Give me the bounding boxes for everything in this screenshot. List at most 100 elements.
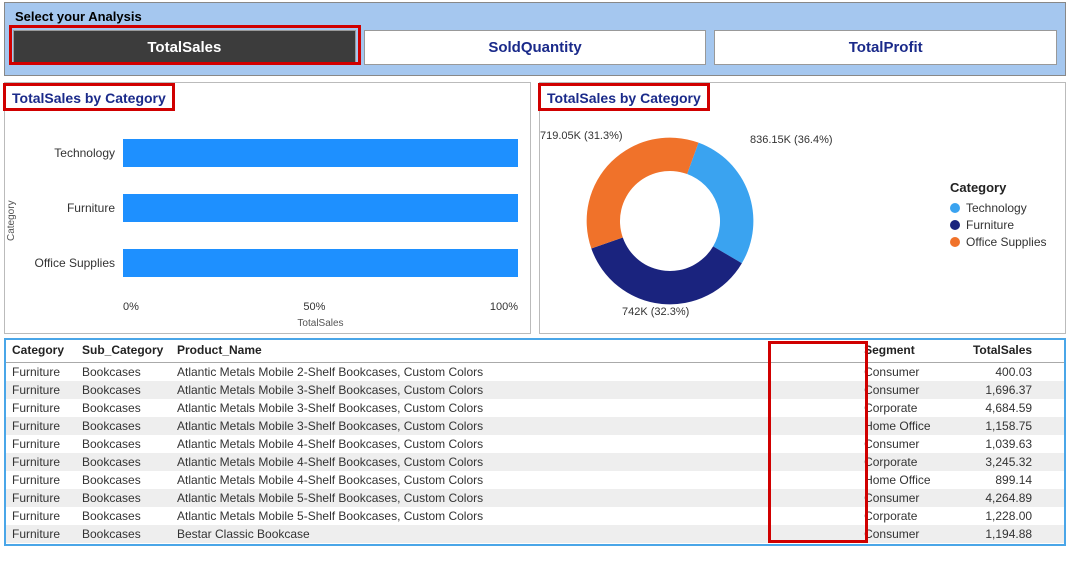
- table-cell: Atlantic Metals Mobile 4-Shelf Bookcases…: [171, 453, 858, 471]
- col-header-subcategory[interactable]: Sub_Category: [76, 340, 171, 363]
- bar-y-axis-label: Category: [5, 111, 18, 301]
- table-cell: Bookcases: [76, 489, 171, 507]
- table-cell: Bestar Classic Bookcase: [171, 525, 858, 543]
- table-cell: 1,158.75: [948, 417, 1038, 435]
- table-cell: Furniture: [6, 417, 76, 435]
- table-cell: Furniture: [6, 471, 76, 489]
- table-cell: 3,245.32: [948, 453, 1038, 471]
- table-cell: 1,194.88: [948, 525, 1038, 543]
- legend-item-furniture[interactable]: Furniture: [950, 218, 1047, 232]
- slicer-option-totalprofit[interactable]: TotalProfit: [714, 30, 1057, 65]
- data-table[interactable]: Category Sub_Category Product_Name Segme…: [4, 338, 1066, 546]
- table-cell: 1,228.00: [948, 507, 1038, 525]
- donut-label-office-supplies: 719.05K (31.3%): [540, 130, 623, 142]
- table-cell: Bestar Classic Bookcase: [171, 543, 858, 546]
- donut-svg-wrap: 836.15K (36.4%) 742K (32.3%) 719.05K (31…: [550, 116, 830, 316]
- table-cell: Furniture: [6, 399, 76, 417]
- bar-technology[interactable]: [123, 139, 518, 167]
- col-header-segment[interactable]: Segment: [858, 340, 948, 363]
- bar-x-axis: 0% 50% 100%: [123, 301, 518, 313]
- table-cell: Atlantic Metals Mobile 3-Shelf Bookcases…: [171, 417, 858, 435]
- table-cell: Furniture: [6, 381, 76, 399]
- legend-item-office-supplies[interactable]: Office Supplies: [950, 235, 1047, 249]
- legend-label: Technology: [966, 201, 1027, 215]
- bar-xtick-0: 0%: [123, 301, 139, 313]
- table-cell: Atlantic Metals Mobile 5-Shelf Bookcases…: [171, 507, 858, 525]
- donut-slice-technology[interactable]: [687, 143, 753, 264]
- table-cell: Furniture: [6, 543, 76, 546]
- bar-plot-area: 0% 50% 100% TotalSales: [123, 111, 518, 301]
- table-cell: Atlantic Metals Mobile 5-Shelf Bookcases…: [171, 489, 858, 507]
- table-row[interactable]: FurnitureBookcasesAtlantic Metals Mobile…: [6, 435, 1064, 453]
- bar-cat-technology: Technology: [18, 146, 115, 160]
- donut-slice-office-supplies[interactable]: [587, 138, 699, 249]
- table-row[interactable]: FurnitureBookcasesAtlantic Metals Mobile…: [6, 381, 1064, 399]
- legend-title: Category: [950, 180, 1047, 195]
- table-cell: Consumer: [858, 525, 948, 543]
- table-cell: Corporate: [858, 507, 948, 525]
- bar-x-axis-label: TotalSales: [123, 318, 518, 329]
- bar-chart-title: TotalSales by Category: [3, 83, 175, 111]
- table-cell: Bookcases: [76, 417, 171, 435]
- bar-cat-office-supplies: Office Supplies: [18, 256, 115, 270]
- table-cell: Corporate: [858, 399, 948, 417]
- table-row[interactable]: FurnitureBookcasesAtlantic Metals Mobile…: [6, 507, 1064, 525]
- bar-furniture[interactable]: [123, 194, 518, 222]
- legend-item-technology[interactable]: Technology: [950, 201, 1047, 215]
- table-cell: Corporate: [858, 543, 948, 546]
- table-row[interactable]: FurnitureBookcasesAtlantic Metals Mobile…: [6, 417, 1064, 435]
- slicer-option-soldquantity[interactable]: SoldQuantity: [364, 30, 707, 65]
- table-cell: 1,039.63: [948, 435, 1038, 453]
- table-cell: Consumer: [858, 435, 948, 453]
- table-row[interactable]: FurnitureBookcasesBestar Classic Bookcas…: [6, 543, 1064, 546]
- table-cell: Bookcases: [76, 453, 171, 471]
- bar-chart-card: TotalSales by Category Category Technolo…: [4, 82, 531, 334]
- col-header-product-name[interactable]: Product_Name: [171, 340, 858, 363]
- donut-chart-title: TotalSales by Category: [538, 83, 710, 111]
- bar-office-supplies[interactable]: [123, 249, 518, 277]
- legend-dot-icon: [950, 203, 960, 213]
- col-header-category[interactable]: Category: [6, 340, 76, 363]
- col-header-totalsales[interactable]: TotalSales: [948, 340, 1038, 363]
- table-cell: Furniture: [6, 507, 76, 525]
- table-cell: Atlantic Metals Mobile 4-Shelf Bookcases…: [171, 471, 858, 489]
- table-cell: 4,264.89: [948, 489, 1038, 507]
- table-cell: 4,684.59: [948, 399, 1038, 417]
- table-cell: Atlantic Metals Mobile 3-Shelf Bookcases…: [171, 399, 858, 417]
- table-cell: Bookcases: [76, 525, 171, 543]
- table-cell: 1,696.37: [948, 381, 1038, 399]
- legend-label: Office Supplies: [966, 235, 1047, 249]
- bar-category-labels: Technology Furniture Office Supplies: [18, 111, 123, 301]
- table-row[interactable]: FurnitureBookcasesAtlantic Metals Mobile…: [6, 471, 1064, 489]
- table-cell: Furniture: [6, 525, 76, 543]
- table-cell: Furniture: [6, 489, 76, 507]
- legend-dot-icon: [950, 220, 960, 230]
- slicer-title: Select your Analysis: [13, 7, 1057, 30]
- analysis-slicer-panel: Select your Analysis TotalSales SoldQuan…: [4, 2, 1066, 76]
- table-row[interactable]: FurnitureBookcasesAtlantic Metals Mobile…: [6, 363, 1064, 382]
- table-row[interactable]: FurnitureBookcasesAtlantic Metals Mobile…: [6, 399, 1064, 417]
- donut-legend: Category Technology Furniture Office Sup…: [950, 180, 1047, 252]
- table-cell: Atlantic Metals Mobile 3-Shelf Bookcases…: [171, 381, 858, 399]
- donut-chart-card: TotalSales by Category 836.15K (36.4%) 7…: [539, 82, 1066, 334]
- table-row[interactable]: FurnitureBookcasesAtlantic Metals Mobile…: [6, 489, 1064, 507]
- table-cell: Furniture: [6, 363, 76, 382]
- table-cell: Bookcases: [76, 363, 171, 382]
- table-cell: 702.93: [948, 543, 1038, 546]
- legend-label: Furniture: [966, 218, 1014, 232]
- donut-label-furniture: 742K (32.3%): [622, 306, 689, 318]
- slicer-option-totalsales[interactable]: TotalSales: [13, 30, 356, 65]
- table-cell: Home Office: [858, 417, 948, 435]
- bar-xtick-100: 100%: [490, 301, 518, 313]
- table-cell: 400.03: [948, 363, 1038, 382]
- table-cell: Bookcases: [76, 507, 171, 525]
- table-cell: Atlantic Metals Mobile 4-Shelf Bookcases…: [171, 435, 858, 453]
- table-cell: Consumer: [858, 489, 948, 507]
- table-cell: Bookcases: [76, 381, 171, 399]
- table-cell: Consumer: [858, 363, 948, 382]
- table-cell: 899.14: [948, 471, 1038, 489]
- table-row[interactable]: FurnitureBookcasesBestar Classic Bookcas…: [6, 525, 1064, 543]
- donut-label-technology: 836.15K (36.4%): [750, 134, 833, 146]
- table-row[interactable]: FurnitureBookcasesAtlantic Metals Mobile…: [6, 453, 1064, 471]
- table-cell: Furniture: [6, 435, 76, 453]
